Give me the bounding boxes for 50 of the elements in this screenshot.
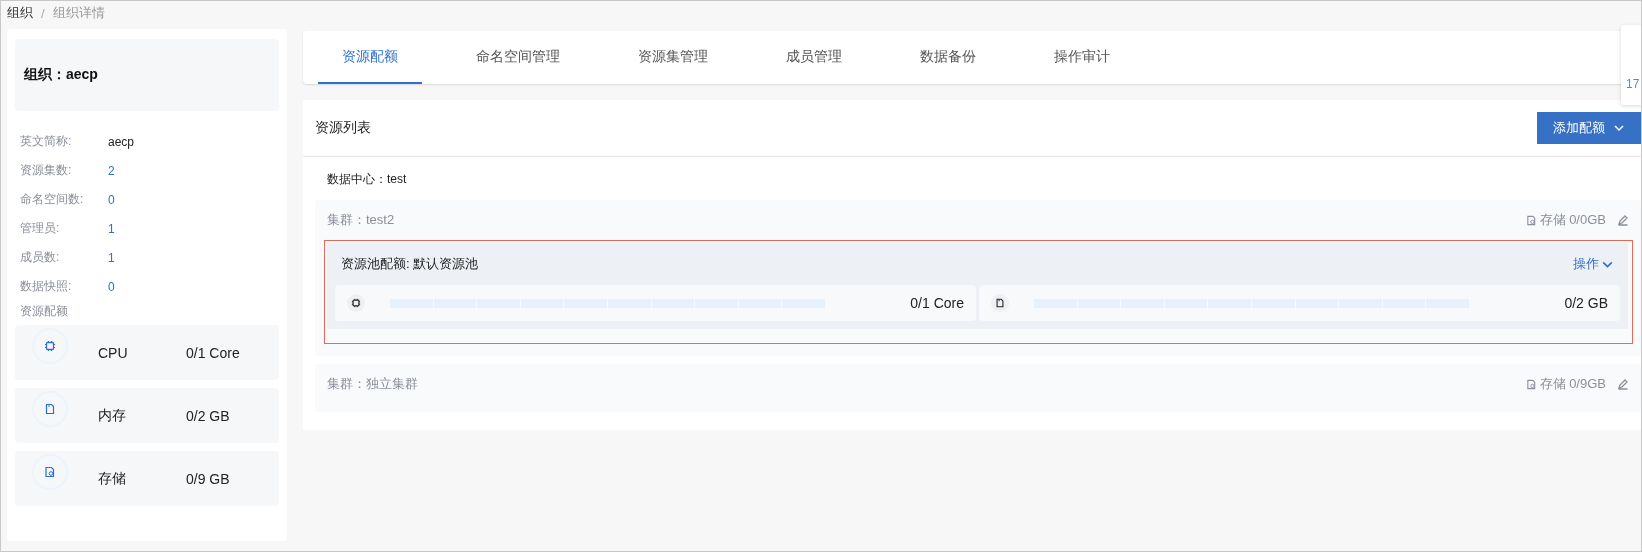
quota-name: CPU (98, 344, 129, 361)
info-link[interactable]: 1 (108, 221, 115, 236)
section-label: 资源配额 (20, 303, 69, 320)
add-quota-button[interactable]: 添加配额 (1537, 112, 1641, 144)
action-dropdown[interactable]: 操作 (1567, 254, 1620, 274)
cluster-title: 集群：test2 (327, 211, 395, 229)
info-label: 成员数: (20, 249, 61, 266)
edit-icon[interactable] (1617, 378, 1629, 390)
info-label: 资源集数: (20, 162, 73, 179)
breadcrumb-link[interactable]: 组织 (7, 4, 33, 22)
document-icon (1525, 214, 1537, 226)
quota-value: 0/2 GB (186, 407, 230, 424)
quota-value: 0/9 GB (186, 470, 230, 487)
tab[interactable]: 成员管理 (762, 31, 866, 84)
chip-icon (351, 298, 361, 308)
tab[interactable]: 资源集管理 (614, 31, 732, 84)
info-label: 数据快照: (20, 278, 73, 295)
usage-reading: 0/1 Core (910, 295, 964, 311)
storage-usage: 存储 0/9GB (1539, 375, 1606, 393)
cluster-title: 集群：独立集群 (327, 375, 418, 393)
info-link[interactable]: 1 (108, 250, 115, 265)
info-label: 命名空间数: (20, 191, 85, 208)
info-label: 管理员: (20, 220, 61, 237)
quota-name: 内存 (98, 406, 127, 425)
info-value: aecp (108, 134, 135, 149)
memory-card-icon (44, 403, 56, 415)
tab[interactable]: 数据备份 (896, 31, 1000, 84)
panel-title: 资源列表 (315, 119, 371, 137)
info-link[interactable]: 0 (108, 279, 115, 294)
usage-reading: 0/2 GB (1564, 295, 1608, 311)
document-icon (44, 466, 56, 478)
popup-number: 17 (1625, 77, 1640, 91)
breadcrumb-separator: / (41, 5, 45, 21)
storage-usage: 存储 0/0GB (1539, 211, 1606, 229)
pool-title: 资源池配额: 默认资源池 (341, 255, 479, 273)
chevron-down-icon (1613, 122, 1625, 134)
quota-value: 0/1 Core (186, 344, 240, 361)
quota-name: 存储 (98, 469, 127, 488)
tab[interactable]: 命名空间管理 (452, 31, 584, 84)
memory-card-icon (995, 298, 1005, 308)
organization-title: 组织：aecp (24, 66, 98, 84)
chip-icon (44, 340, 56, 352)
info-link[interactable]: 0 (108, 192, 115, 207)
edit-icon[interactable] (1617, 214, 1629, 226)
document-icon (1525, 378, 1537, 390)
info-link[interactable]: 2 (108, 163, 115, 178)
tab[interactable]: 操作审计 (1030, 31, 1134, 84)
info-label: 英文简称: (20, 133, 73, 150)
datacenter-label: 数据中心：test (326, 171, 408, 188)
tab[interactable]: 资源配额 (318, 31, 422, 84)
